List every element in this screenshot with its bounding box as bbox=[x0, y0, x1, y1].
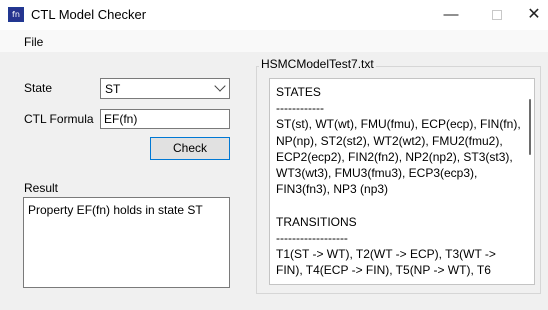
state-select[interactable]: ST bbox=[100, 78, 230, 99]
chevron-down-icon bbox=[214, 80, 226, 92]
vertical-scrollbar[interactable] bbox=[529, 99, 531, 155]
model-file-name: HSMCModelTest7.txt bbox=[259, 57, 376, 71]
app-icon: fn bbox=[8, 7, 24, 22]
minimize-button[interactable]: — bbox=[428, 0, 474, 30]
close-button[interactable]: ✕ bbox=[520, 0, 548, 30]
menu-file[interactable]: File bbox=[24, 35, 43, 49]
state-label: State bbox=[24, 81, 53, 95]
title-bar: fn CTL Model Checker — ✕ bbox=[0, 0, 548, 30]
maximize-button[interactable] bbox=[474, 0, 520, 30]
menu-bar: File bbox=[0, 30, 548, 52]
state-select-value: ST bbox=[105, 82, 121, 96]
maximize-icon bbox=[492, 10, 502, 20]
window-title: CTL Model Checker bbox=[31, 7, 147, 22]
ctl-formula-input[interactable] bbox=[100, 109, 230, 129]
model-content-textarea[interactable]: STATES ------------ ST(st), WT(wt), FMU(… bbox=[269, 78, 535, 285]
result-output[interactable]: Property EF(fn) holds in state ST bbox=[23, 197, 230, 288]
result-label: Result bbox=[24, 181, 59, 195]
check-button[interactable]: Check bbox=[150, 137, 230, 160]
ctl-formula-label: CTL Formula bbox=[24, 112, 94, 126]
model-content-text: STATES ------------ ST(st), WT(wt), FMU(… bbox=[276, 85, 521, 278]
